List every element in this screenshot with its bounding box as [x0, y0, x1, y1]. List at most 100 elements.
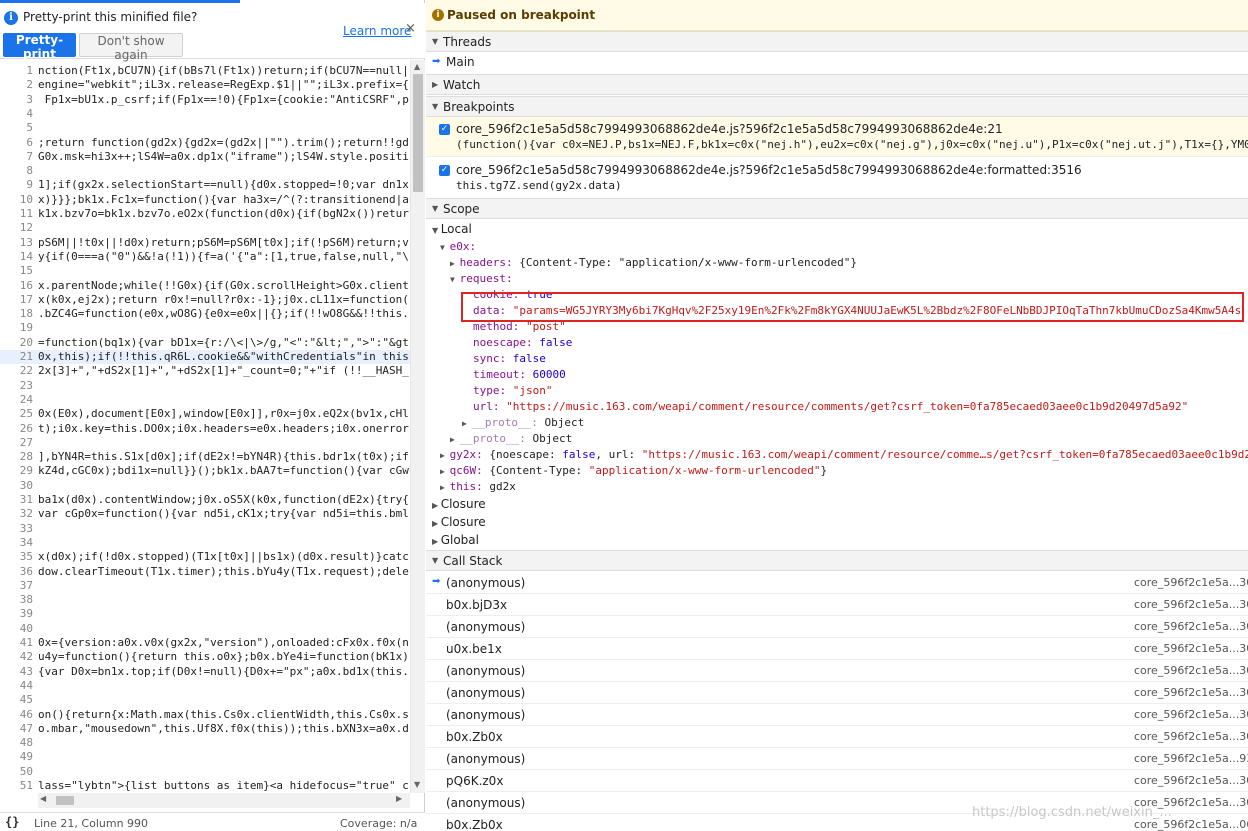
code-line[interactable]: 32 var cGp0x=function(){var nd5i,cK1x;try…: [0, 507, 410, 521]
section-watch[interactable]: ▶ Watch: [426, 74, 1248, 95]
line-number[interactable]: 2: [0, 78, 33, 92]
code-line[interactable]: 2 engine="webkit";iL3x.release=RegExp.$1|…: [0, 78, 410, 92]
code-line[interactable]: 16 x.parentNode;while(!!G0x){if(G0x.scrol…: [0, 279, 410, 293]
line-number[interactable]: 17: [0, 293, 33, 307]
scroll-up-icon[interactable]: ▲: [414, 62, 420, 71]
code-line[interactable]: 8: [0, 164, 410, 178]
scrollbar-thumb[interactable]: [56, 796, 74, 805]
call-frame[interactable]: pQ6K.z0x core_596f2c1e5a...306: [426, 770, 1248, 792]
code-line[interactable]: 51 lass="lybtn">{list buttons as item}<a …: [0, 779, 410, 793]
line-number[interactable]: 27: [0, 436, 33, 450]
line-number[interactable]: 32: [0, 507, 33, 521]
frame-location-link[interactable]: core_596f2c1e5a...306: [1134, 686, 1248, 699]
line-number[interactable]: 33: [0, 522, 33, 536]
line-number[interactable]: 34: [0, 536, 33, 550]
section-scope[interactable]: ▼ Scope: [426, 198, 1248, 219]
learn-more-link[interactable]: Learn more: [343, 24, 411, 38]
code-line[interactable]: 42 u4y=function(){return this.o0x};b0x.bY…: [0, 650, 410, 664]
tree-request[interactable]: ▼ request:: [450, 271, 513, 288]
code-line[interactable]: 17 x(k0x,ej2x);return r0x!=null?r0x:-1};j…: [0, 293, 410, 307]
line-number[interactable]: 9: [0, 178, 33, 192]
code-line[interactable]: 40: [0, 622, 410, 636]
code-line[interactable]: 22 2x[3]+","+dS2x[1]+","+dS2x[1]+"_count=…: [0, 364, 410, 378]
frame-location-link[interactable]: core_596f2c1e5a...306: [1134, 664, 1248, 677]
scope-closure[interactable]: ▶ Closure: [432, 497, 486, 511]
call-frame[interactable]: (anonymous) core_596f2c1e5a...306: [426, 660, 1248, 682]
code-line[interactable]: 45: [0, 693, 410, 707]
frame-location-link[interactable]: core_596f2c1e5a...306: [1134, 620, 1248, 633]
call-frame[interactable]: (anonymous) core_596f2c1e5a...930: [426, 748, 1248, 770]
line-number[interactable]: 18: [0, 307, 33, 321]
line-number[interactable]: 8: [0, 164, 33, 178]
code-line[interactable]: 9 1];if(gx2x.selectionStart==null){d0x.st…: [0, 178, 410, 192]
code-line[interactable]: 49: [0, 750, 410, 764]
line-number[interactable]: 11: [0, 207, 33, 221]
line-number[interactable]: 29: [0, 464, 33, 478]
code-line[interactable]: 13 pS6M||!t0x||!d0x)return;pS6M=pS6M[t0x]…: [0, 236, 410, 250]
code-line[interactable]: 33: [0, 522, 410, 536]
line-number[interactable]: 23: [0, 379, 33, 393]
code-line[interactable]: 20 =function(bq1x){var bD1x={r:/\<|\>/g,"…: [0, 336, 410, 350]
tree-gy2x[interactable]: ▶ gy2x: {noescape: false, url: "https://…: [440, 447, 1248, 464]
line-number[interactable]: 43: [0, 665, 33, 679]
line-number[interactable]: 22: [0, 364, 33, 378]
line-number[interactable]: 45: [0, 693, 33, 707]
code-line[interactable]: 21 0x,this);if(!!this.qR6L.cookie&&"withC…: [0, 350, 410, 364]
breakpoint-item[interactable]: ✓ core_596f2c1e5a5d58c7994993068862de4e.…: [426, 158, 1248, 198]
code-line[interactable]: 7 G0x.msk=hi3x++;lS4W=a0x.dp1x("iframe");…: [0, 150, 410, 164]
line-number[interactable]: 13: [0, 236, 33, 250]
code-line[interactable]: 27: [0, 436, 410, 450]
call-frame[interactable]: ➡ (anonymous) core_596f2c1e5a...306: [426, 572, 1248, 594]
line-number[interactable]: 6: [0, 136, 33, 150]
code-line[interactable]: 18 .bZC4G=function(e0x,wO8G){e0x=e0x||{};…: [0, 307, 410, 321]
line-number[interactable]: 39: [0, 607, 33, 621]
scroll-left-icon[interactable]: ◀: [40, 794, 46, 803]
code-line[interactable]: 39: [0, 607, 410, 621]
code-line[interactable]: 36 dow.clearTimeout(T1x.timer);this.bYu4y…: [0, 565, 410, 579]
code-line[interactable]: 10 x)}}};bk1x.Fc1x=function(){var ha3x=/^…: [0, 193, 410, 207]
code-editor[interactable]: 1 nction(Ft1x,bCU7N){if(bBs7l(Ft1x))retur…: [0, 60, 410, 793]
line-number[interactable]: 50: [0, 765, 33, 779]
code-line[interactable]: 5: [0, 121, 410, 135]
code-line[interactable]: 30: [0, 479, 410, 493]
code-line[interactable]: 44: [0, 679, 410, 693]
code-line[interactable]: 43 {var D0x=bn1x.top;if(D0x!=null){D0x+="…: [0, 665, 410, 679]
checkbox-checked-icon[interactable]: ✓: [439, 165, 450, 176]
thread-main[interactable]: Main: [446, 55, 475, 69]
line-number[interactable]: 28: [0, 450, 33, 464]
code-line[interactable]: 25 0x(E0x),document[E0x],window[E0x]],r0x…: [0, 407, 410, 421]
code-line[interactable]: 26 t);i0x.key=this.DO0x;i0x.headers=e0x.h…: [0, 422, 410, 436]
line-number[interactable]: 24: [0, 393, 33, 407]
breakpoint-item[interactable]: ✓ core_596f2c1e5a5d58c7994993068862de4e.…: [426, 117, 1248, 157]
code-line[interactable]: 31 ba1x(d0x).contentWindow;j0x.oS5X(k0x,f…: [0, 493, 410, 507]
scope-closure[interactable]: ▶ Closure: [432, 515, 486, 529]
line-number[interactable]: 16: [0, 279, 33, 293]
line-number[interactable]: 7: [0, 150, 33, 164]
code-line[interactable]: 23: [0, 379, 410, 393]
code-line[interactable]: 41 0x={version:a0x.v0x(gx2x,"version"),on…: [0, 636, 410, 650]
vertical-scrollbar[interactable]: ▲ ▼: [410, 60, 425, 793]
line-number[interactable]: 25: [0, 407, 33, 421]
code-line[interactable]: 1 nction(Ft1x,bCU7N){if(bBs7l(Ft1x))retur…: [0, 64, 410, 78]
line-number[interactable]: 37: [0, 579, 33, 593]
tree-qc6w[interactable]: ▶ qc6W: {Content-Type: "application/x-ww…: [440, 463, 827, 480]
line-number[interactable]: 15: [0, 264, 33, 278]
line-number[interactable]: 1: [0, 64, 33, 78]
code-line[interactable]: 34: [0, 536, 410, 550]
line-number[interactable]: 51: [0, 779, 33, 793]
tree-this[interactable]: ▶ this: gd2x: [440, 479, 516, 496]
code-line[interactable]: 28],bYN4R=this.S1x[d0x];if(dE2x!=bYN4R){…: [0, 450, 410, 464]
line-number[interactable]: 5: [0, 121, 33, 135]
call-frame[interactable]: (anonymous) core_596f2c1e5a...306: [426, 704, 1248, 726]
code-line[interactable]: 50: [0, 765, 410, 779]
code-line[interactable]: 12: [0, 221, 410, 235]
line-number[interactable]: 19: [0, 321, 33, 335]
line-number[interactable]: 3: [0, 93, 33, 107]
code-line[interactable]: 6 ;return function(gd2x){gd2x=(gd2x||"").…: [0, 136, 410, 150]
code-line[interactable]: 29 kZ4d,cGC0x);bdi1x=null}}();bk1x.bAA7t=…: [0, 464, 410, 478]
tree-proto-request[interactable]: ▶ __proto__: Object: [462, 415, 584, 432]
tree-e0x[interactable]: ▼ e0x:: [440, 239, 476, 256]
code-line[interactable]: 3 Fp1x=bU1x.p_csrf;if(Fp1x==!0){Fp1x={co…: [0, 93, 410, 107]
section-call-stack[interactable]: ▼ Call Stack: [426, 550, 1248, 571]
pretty-print-braces-icon[interactable]: {}: [5, 815, 19, 829]
